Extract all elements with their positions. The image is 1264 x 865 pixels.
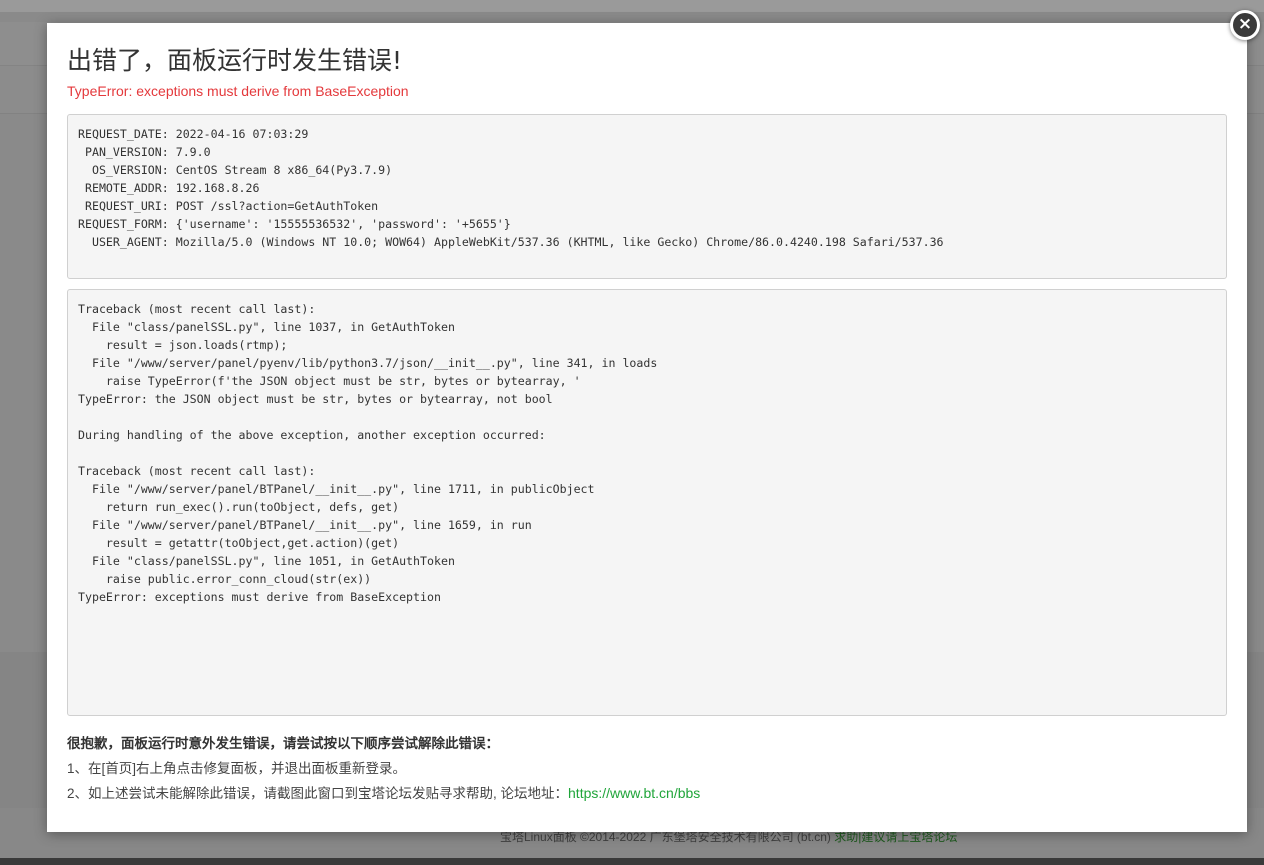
error-dialog: 出错了，面板运行时发生错误! TypeError: exceptions mus… (47, 23, 1247, 832)
help-step-2: 2、如上述尝试未能解除此错误，请截图此窗口到宝塔论坛发贴寻求帮助, 论坛地址：h… (67, 781, 700, 806)
request-info-text: REQUEST_DATE: 2022-04-16 07:03:29 PAN_VE… (78, 127, 944, 249)
background-topbar (0, 0, 1264, 12)
footer-forum-link[interactable]: 求助|建议请上宝塔论坛 (834, 830, 957, 844)
footer-text: 宝塔Linux面板 ©2014-2022 广东堡塔安全技术有限公司 (bt.cn… (500, 830, 831, 844)
help-step-1: 1、在[首页]右上角点击修复面板，并退出面板重新登录。 (67, 761, 407, 776)
traceback-box[interactable]: Traceback (most recent call last): File … (67, 289, 1227, 716)
help-title: 很抱歉，面板运行时意外发生错误，请尝试按以下顺序尝试解除此错误： (67, 736, 499, 751)
help-step-2-text: 2、如上述尝试未能解除此错误，请截图此窗口到宝塔论坛发贴寻求帮助, 论坛地址： (67, 786, 569, 801)
help-section: 很抱歉，面板运行时意外发生错误，请尝试按以下顺序尝试解除此错误： 1、在[首页]… (67, 733, 700, 806)
traceback-text: Traceback (most recent call last): File … (78, 302, 658, 604)
close-icon[interactable]: × (1230, 10, 1260, 40)
background-bottom-bar (0, 858, 1264, 865)
forum-link[interactable]: https://www.bt.cn/bbs (568, 785, 700, 801)
error-message: TypeError: exceptions must derive from B… (67, 83, 409, 99)
dialog-title: 出错了，面板运行时发生错误! (67, 46, 403, 75)
request-info-box: REQUEST_DATE: 2022-04-16 07:03:29 PAN_VE… (67, 114, 1227, 279)
